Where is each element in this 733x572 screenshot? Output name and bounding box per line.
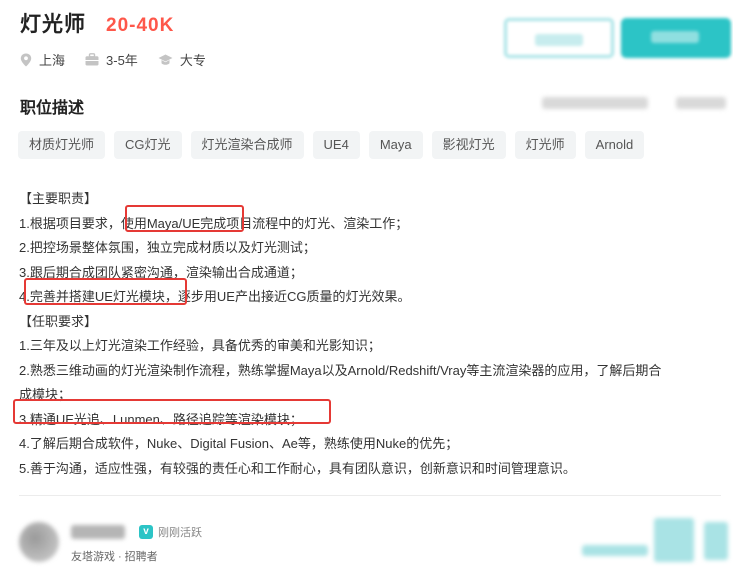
section-title: 职位描述 — [20, 100, 85, 117]
highlight-box — [125, 205, 244, 232]
tag: Maya — [368, 131, 423, 159]
recruiter-name — [71, 525, 125, 539]
tag: Arnold — [584, 131, 645, 159]
desc-line: 2.把控场景整体氛围，独立完成材质以及灯光测试； — [19, 240, 316, 255]
skill-tags: 材质灯光师 CG灯光 灯光渲染合成师 UE4 Maya 影视灯光 灯光师 Arn… — [18, 131, 653, 159]
meta-education: 大专 — [158, 50, 206, 69]
meta-location: 上海 — [20, 50, 65, 69]
highlight-box — [13, 399, 331, 424]
blurred-action-2[interactable] — [676, 97, 726, 109]
blurred-element[interactable] — [582, 545, 648, 556]
job-header: 灯光师 20-40K — [20, 8, 174, 38]
tag: 影视灯光 — [431, 131, 506, 159]
avatar[interactable] — [19, 522, 59, 562]
tag: UE4 — [312, 131, 360, 159]
salary: 20-40K — [106, 15, 175, 36]
job-description: 【主要职责】 1.根据项目要求，使用Maya/UE完成项目流程中的灯光、渲染工作… — [19, 187, 719, 481]
tag: 灯光师 — [514, 131, 576, 159]
recruiter-company: 友塔游戏 — [71, 551, 115, 563]
blurred-action[interactable] — [542, 97, 648, 109]
job-meta: 上海 3-5年 大专 — [20, 50, 226, 69]
highlight-box — [24, 278, 187, 305]
desc-line: 5.善于沟通，适应性强，有较强的责任心和工作耐心，具有团队意识，创新意识和时间管… — [19, 460, 576, 476]
tag: CG灯光 — [114, 131, 182, 159]
divider — [19, 495, 721, 496]
blurred-element[interactable] — [654, 518, 694, 562]
desc-line: 【任职要求】 — [19, 313, 98, 329]
recruiter-info: v 刚刚活跃 友塔游戏 · 招聘者 — [71, 525, 202, 563]
tag: 材质灯光师 — [18, 131, 106, 159]
chat-button[interactable] — [621, 18, 731, 58]
recruiter-role: 招聘者 — [124, 551, 158, 563]
desc-line: 1.三年及以上灯光渲染工作经验，具备优秀的审美和光影知识； — [19, 338, 381, 353]
tag: 灯光渲染合成师 — [190, 131, 304, 159]
desc-line: 【主要职责】 — [19, 191, 98, 206]
graduation-cap-icon — [158, 54, 173, 65]
experience-text: 3-5年 — [106, 53, 138, 68]
desc-line: 4.了解后期合成软件，Nuke、Digital Fusion、Ae等，熟练使用N… — [19, 436, 459, 451]
briefcase-icon — [85, 53, 99, 66]
desc-line: 1.根据项目要求，使用Maya/UE完成项目流程中的灯光、渲染工作； — [19, 215, 409, 231]
job-title: 灯光师 — [20, 13, 86, 36]
desc-line: 2.熟悉三维动画的灯光渲染制作流程，熟练掌握Maya以及Arnold/Redsh… — [19, 362, 662, 378]
education-text: 大专 — [179, 53, 206, 68]
interest-button[interactable] — [504, 18, 614, 58]
location-text: 上海 — [39, 53, 66, 68]
blurred-element[interactable] — [704, 522, 728, 560]
recruiter-card[interactable]: v 刚刚活跃 友塔游戏 · 招聘者 — [19, 522, 202, 564]
active-status: 刚刚活跃 — [158, 527, 202, 539]
active-icon: v — [139, 525, 153, 539]
location-icon — [20, 53, 32, 66]
meta-experience: 3-5年 — [85, 50, 138, 69]
